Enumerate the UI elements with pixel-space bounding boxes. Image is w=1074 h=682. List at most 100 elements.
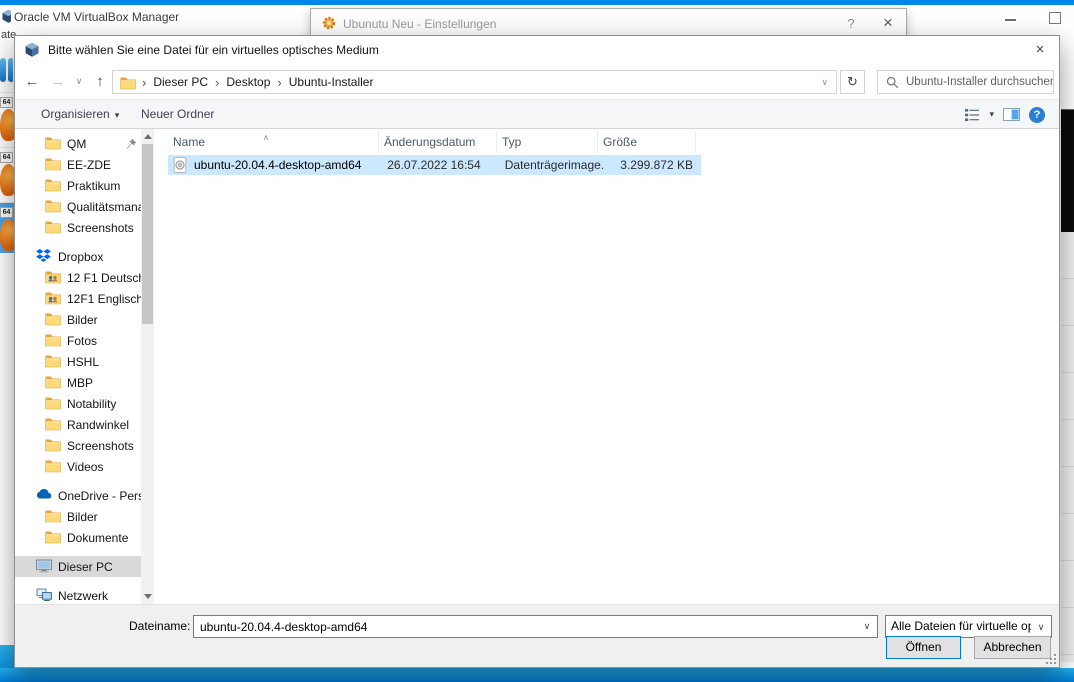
refresh-button[interactable]: ↻ <box>840 70 865 94</box>
column-header-type[interactable]: Typ <box>497 131 598 153</box>
back-button[interactable]: ← <box>21 64 43 99</box>
column-header-size[interactable]: Größe <box>598 131 696 153</box>
breadcrumb[interactable]: › Dieser PC › Desktop › Ubuntu-Installer… <box>112 70 837 94</box>
sidebar-item-screenshots[interactable]: Screenshots <box>15 435 141 456</box>
sidebar-item-bilder[interactable]: Bilder <box>15 309 141 330</box>
folder-icon <box>45 199 61 215</box>
sidebar-item-mbp[interactable]: MBP <box>15 372 141 393</box>
sidebar-scrollbar[interactable] <box>141 129 154 604</box>
new-folder-label: Neuer Ordner <box>141 107 214 121</box>
filetype-combobox[interactable]: Alle Dateien für virtuelle optisch ∨ <box>885 615 1052 638</box>
dialog-title: Bitte wählen Sie eine Datei für ein virt… <box>48 43 379 57</box>
sidebar-item-12-f1-deutsch-20[interactable]: 12 F1 Deutsch 20 <box>15 267 141 288</box>
search-input[interactable]: Ubuntu-Installer durchsuchen <box>877 70 1054 94</box>
organize-menu-button[interactable]: Organisieren▾ <box>41 100 119 129</box>
folder-icon <box>45 136 61 152</box>
sidebar-item-notability[interactable]: Notability <box>15 393 141 414</box>
breadcrumb-item-ubuntu-installer[interactable]: Ubuntu-Installer <box>289 75 374 89</box>
chevron-up-icon[interactable] <box>144 134 152 139</box>
folder-icon <box>45 417 61 433</box>
filename-combobox[interactable]: ∨ <box>193 615 878 638</box>
open-button[interactable]: Öffnen <box>886 636 961 659</box>
filename-input[interactable] <box>194 616 854 637</box>
folder-icon <box>45 333 61 349</box>
sidebar-item-videos[interactable]: Videos <box>15 456 141 477</box>
sidebar-item-netzwerk[interactable]: Netzwerk <box>15 585 141 604</box>
help-icon[interactable]: ? <box>1029 107 1045 123</box>
sidebar-item-dokumente[interactable]: Dokumente <box>15 527 141 548</box>
settings-help-button[interactable]: ? <box>841 16 861 31</box>
chevron-down-icon[interactable] <box>144 594 152 599</box>
folder-icon <box>45 459 61 475</box>
sidebar-item-label: Randwinkel <box>67 418 129 432</box>
view-chevron-icon[interactable]: ▾ <box>989 109 994 120</box>
dialog-titlebar[interactable]: Bitte wählen Sie eine Datei für ein virt… <box>15 36 1059 64</box>
pc-icon <box>36 559 52 575</box>
column-header-modified[interactable]: Änderungsdatum <box>379 131 497 153</box>
sidebar-item-qm[interactable]: QM <box>15 133 141 154</box>
sidebar-item-hshl[interactable]: HSHL <box>15 351 141 372</box>
preview-pane-icon[interactable] <box>1003 108 1020 121</box>
vm-list-item-selected[interactable]: 64 <box>0 202 14 253</box>
close-icon[interactable]: × <box>1023 36 1057 64</box>
breadcrumb-item-desktop[interactable]: Desktop <box>226 75 270 89</box>
sidebar-item-label: HSHL <box>67 355 99 369</box>
search-placeholder: Ubuntu-Installer durchsuchen <box>906 76 1053 88</box>
sidebar-item-12f1-englisch-20[interactable]: 12F1 Englisch 20 <box>15 288 141 309</box>
sidebar-item-dropbox[interactable]: Dropbox <box>15 246 141 267</box>
sidebar-item-ee-zde[interactable]: EE-ZDE <box>15 154 141 175</box>
folder-icon <box>45 220 61 236</box>
sidebar-item-label: Bilder <box>67 313 98 327</box>
vm-list-item[interactable]: 64 <box>0 147 14 198</box>
sidebar-item-label: Notability <box>67 397 116 411</box>
sidebar-item-praktikum[interactable]: Praktikum <box>15 175 141 196</box>
sidebar-item-screenshots[interactable]: Screenshots <box>15 217 141 238</box>
sidebar-item-label: Bilder <box>67 510 98 524</box>
virtualbox-logo-icon <box>1 9 11 24</box>
disc-image-icon <box>172 157 188 173</box>
minimize-button[interactable] <box>1005 19 1016 21</box>
resize-grip[interactable] <box>1046 654 1056 664</box>
sidebar-item-qualitätsmanage[interactable]: Qualitätsmanage <box>15 196 141 217</box>
sidebar-item-label: Videos <box>67 460 103 474</box>
vm-logo-icon <box>0 219 14 251</box>
breadcrumb-item-dieser-pc[interactable]: Dieser PC <box>153 75 208 89</box>
sidebar-item-label: Praktikum <box>67 179 120 193</box>
sidebar-item-label: OneDrive - Persor <box>58 489 141 503</box>
folder-shared-icon <box>45 270 61 286</box>
up-button[interactable]: ↑ <box>89 64 111 99</box>
vm-logo-icon <box>0 164 14 196</box>
folder-icon <box>45 530 61 546</box>
folder-icon <box>45 354 61 370</box>
new-folder-button[interactable]: Neuer Ordner <box>141 100 214 129</box>
forward-button[interactable]: → <box>47 64 69 99</box>
scrollbar-thumb[interactable] <box>142 144 153 324</box>
folder-icon <box>45 438 61 454</box>
sidebar-item-onedrive-persor[interactable]: OneDrive - Persor <box>15 485 141 506</box>
chevron-down-icon[interactable]: ∨ <box>857 616 877 637</box>
file-size: 3.299.872 KB <box>605 158 701 172</box>
sidebar-item-dieser-pc[interactable]: Dieser PC <box>15 556 141 577</box>
sidebar-item-fotos[interactable]: Fotos <box>15 330 141 351</box>
settings-close-button[interactable]: × <box>876 13 900 33</box>
folder-icon <box>45 375 61 391</box>
sidebar-item-label: EE-ZDE <box>67 158 111 172</box>
sidebar-item-label: Netzwerk <box>58 589 108 603</box>
sidebar-item-bilder[interactable]: Bilder <box>15 506 141 527</box>
view-list-icon[interactable] <box>964 108 980 122</box>
sidebar-item-label: Dieser PC <box>58 560 113 574</box>
address-dropdown-chevron-icon[interactable]: ∨ <box>821 71 828 93</box>
maximize-button[interactable] <box>1049 12 1061 24</box>
vm-64bit-badge: 64 <box>0 152 13 163</box>
file-row-selected[interactable]: ubuntu-20.04.4-desktop-amd64 26.07.2022 … <box>168 155 701 175</box>
sidebar-item-label: Qualitätsmanage <box>67 200 141 214</box>
taskbar <box>0 668 1074 682</box>
history-chevron-icon[interactable]: ∨ <box>71 64 87 99</box>
cancel-button[interactable]: Abbrechen <box>974 636 1051 659</box>
sidebar-item-label: MBP <box>67 376 93 390</box>
command-bar: Organisieren▾ Neuer Ordner ▾ ? <box>15 99 1059 129</box>
vm-list-item[interactable]: 64 <box>0 92 14 143</box>
dialog-footer: Dateiname: ∨ Alle Dateien für virtuelle … <box>15 604 1059 667</box>
sidebar-item-randwinkel[interactable]: Randwinkel <box>15 414 141 435</box>
column-header-name[interactable]: ∧ Name <box>168 131 379 153</box>
